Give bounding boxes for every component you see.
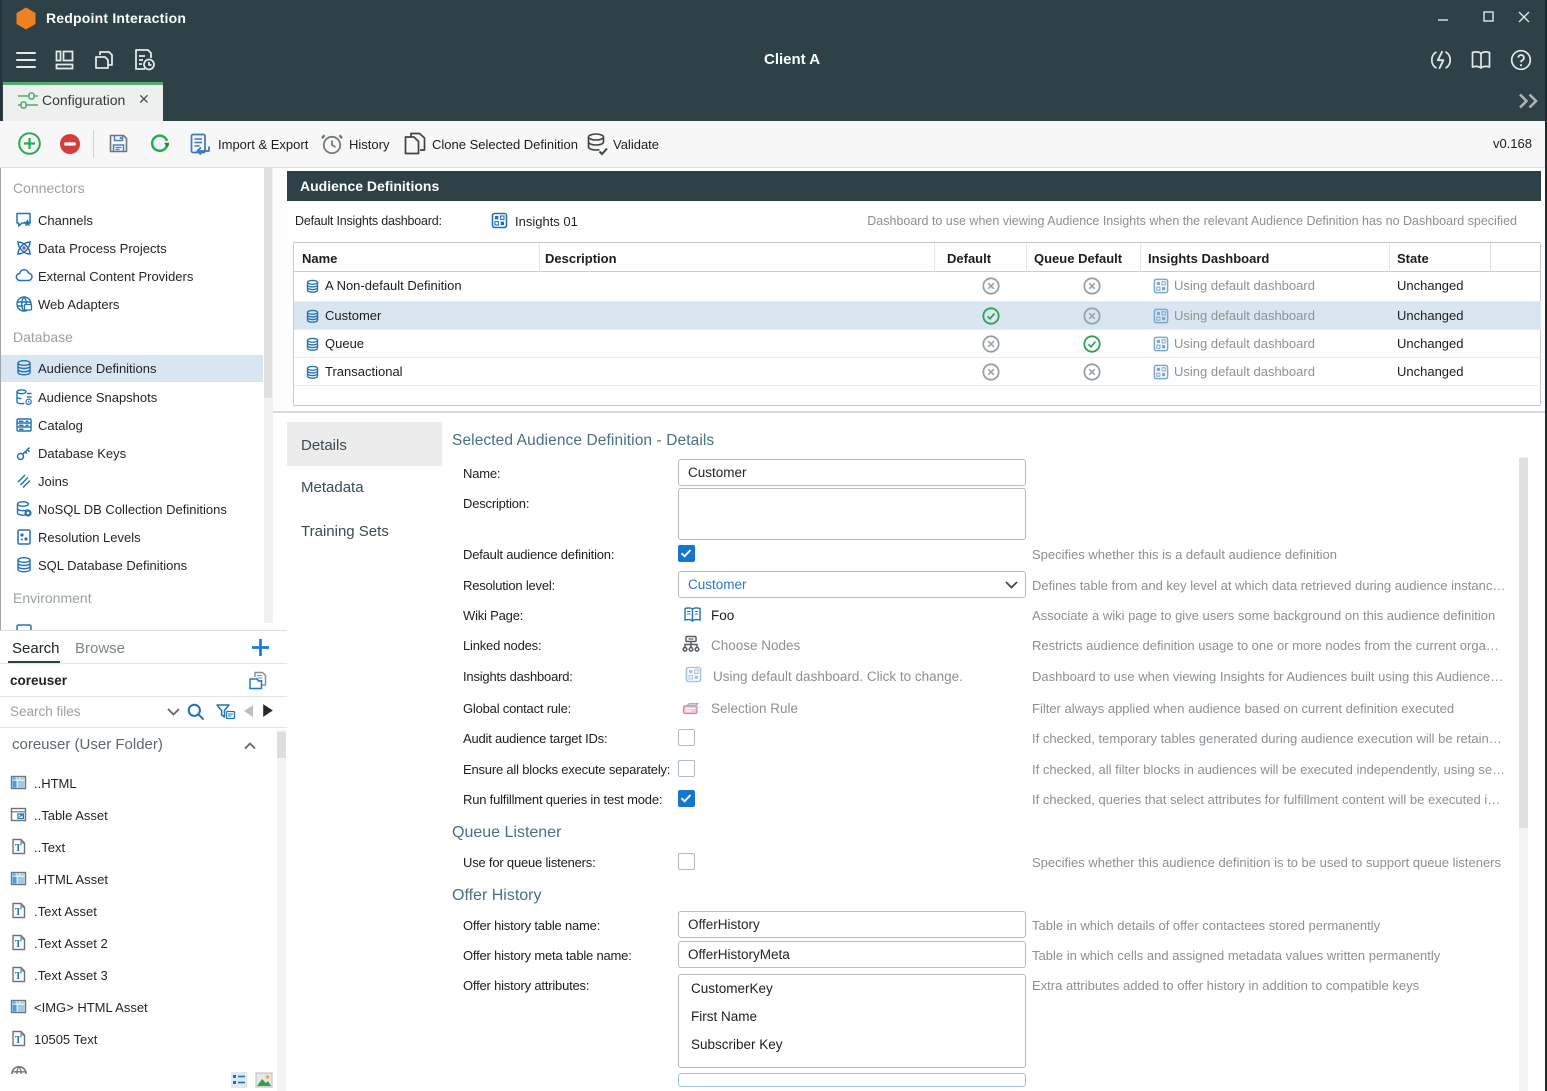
svg-text:T: T	[15, 971, 22, 982]
svg-text:T: T	[15, 1035, 22, 1046]
svg-text:T: T	[15, 843, 22, 854]
svg-text:T: T	[15, 939, 22, 950]
svg-text:T: T	[15, 907, 22, 918]
